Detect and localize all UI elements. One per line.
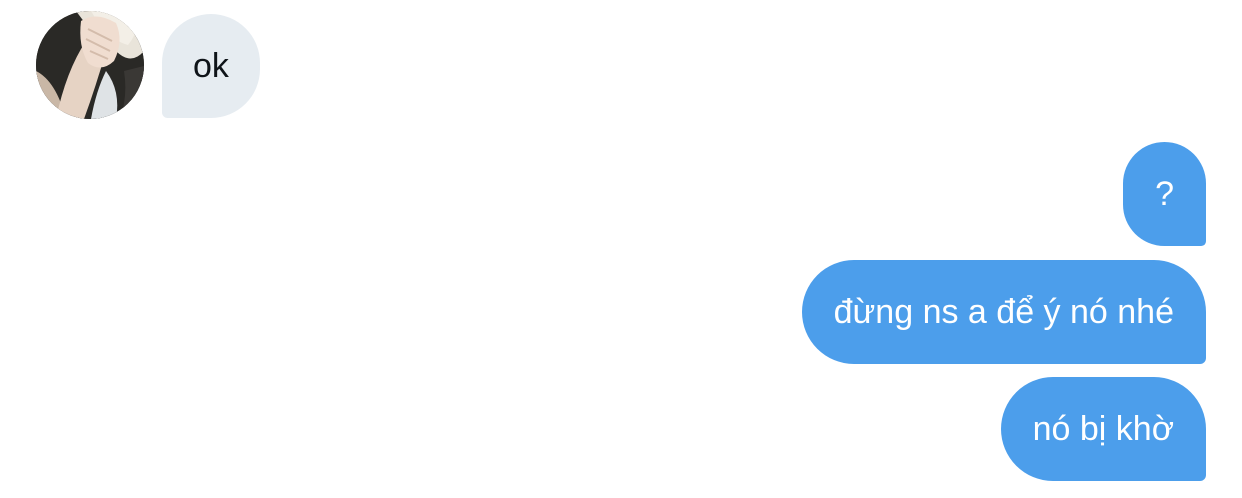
outgoing-message-bubble[interactable]: đừng ns a để ý nó nhé <box>801 260 1206 364</box>
avatar-photo <box>36 11 144 119</box>
message-text: ok <box>193 47 229 85</box>
conversation-thread: ok ? đừng ns a để ý nó nhé nó bị khờ <box>0 0 1242 498</box>
outgoing-message-bubble[interactable]: nó bị khờ <box>1000 377 1206 481</box>
message-text: đừng ns a để ý nó nhé <box>833 293 1174 331</box>
incoming-message-bubble[interactable]: ok <box>162 14 260 118</box>
avatar[interactable] <box>36 11 144 119</box>
message-text: nó bị khờ <box>1032 410 1174 448</box>
outgoing-message-bubble[interactable]: ? <box>1123 142 1206 246</box>
message-text: ? <box>1155 175 1174 213</box>
